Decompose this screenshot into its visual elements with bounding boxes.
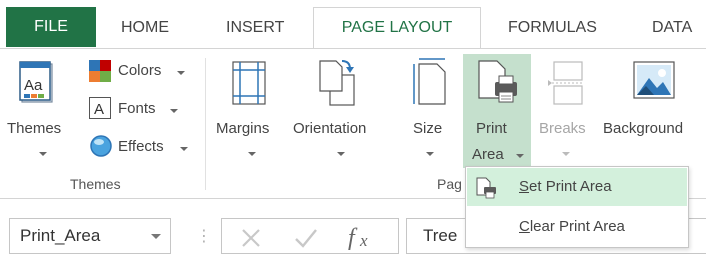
clear-print-area-rest: lear Print Area: [529, 218, 625, 235]
ribbon-tab-bar: FILE HOME INSERT PAGE LAYOUT FORMULAS DA…: [0, 0, 706, 49]
fonts-dropdown-caret[interactable]: [170, 109, 178, 113]
effects-label: Effects: [118, 138, 164, 155]
formula-input-value: Tree: [423, 226, 458, 245]
tab-file[interactable]: FILE: [6, 7, 96, 47]
margins-button[interactable]: Margins: [216, 120, 269, 137]
print-area-label-line1: Print: [476, 120, 507, 137]
fonts-label: Fonts: [118, 100, 156, 117]
svg-text:x: x: [359, 231, 368, 250]
breaks-button[interactable]: Breaks: [539, 120, 586, 137]
set-print-area-icon: [476, 177, 496, 199]
print-area-icon: [478, 60, 517, 103]
margins-icon: [232, 61, 266, 105]
breaks-icon: [548, 61, 584, 105]
set-print-area-label: Set Print Area: [519, 168, 612, 206]
menu-item-clear-print-area[interactable]: Clear Print Area: [467, 208, 687, 246]
function-icon[interactable]: f x: [346, 222, 382, 252]
size-dropdown-caret[interactable]: [426, 152, 434, 156]
orientation-dropdown-caret[interactable]: [337, 152, 345, 156]
colors-button[interactable]: Colors: [118, 62, 161, 79]
themes-group-label: Themes: [70, 176, 121, 192]
name-box[interactable]: Print_Area: [9, 218, 171, 254]
name-box-value: Print_Area: [20, 226, 101, 245]
cancel-icon[interactable]: [240, 227, 262, 249]
group-separator: [205, 58, 206, 190]
size-icon: [413, 58, 446, 105]
breaks-dropdown-caret[interactable]: [562, 152, 570, 156]
tab-formulas[interactable]: FORMULAS: [508, 8, 597, 48]
print-area-label-line2: Area: [472, 146, 504, 163]
name-box-dropdown-caret[interactable]: [151, 234, 161, 239]
themes-icon[interactable]: Aa: [18, 60, 60, 108]
svg-text:Aa: Aa: [24, 77, 43, 94]
clear-print-area-accel: C: [519, 218, 530, 235]
effects-dropdown-caret[interactable]: [180, 147, 188, 151]
colors-icon: [89, 60, 111, 82]
effects-button[interactable]: Effects: [118, 138, 164, 155]
print-area-menu: Set Print Area Clear Print Area: [465, 166, 689, 248]
colors-dropdown-caret[interactable]: [177, 71, 185, 75]
themes-dropdown-caret[interactable]: [39, 152, 47, 156]
orientation-icon: [319, 60, 355, 106]
tab-data[interactable]: DATA: [652, 8, 692, 48]
set-print-area-rest: et Print Area: [529, 178, 612, 195]
menu-item-set-print-area[interactable]: Set Print Area: [467, 168, 687, 206]
enter-icon[interactable]: [294, 227, 318, 249]
tab-home[interactable]: HOME: [121, 8, 169, 48]
themes-button-label[interactable]: Themes: [7, 120, 61, 137]
clear-print-area-label: Clear Print Area: [519, 208, 625, 246]
size-button[interactable]: Size: [413, 120, 442, 137]
print-area-label-text: Area: [472, 146, 504, 163]
svg-text:A: A: [94, 101, 104, 118]
fonts-button[interactable]: Fonts: [118, 100, 156, 117]
formula-bar-grip-icon[interactable]: ⋮: [196, 226, 212, 246]
background-button[interactable]: Background: [603, 120, 683, 137]
colors-label: Colors: [118, 62, 162, 79]
svg-text:f: f: [348, 225, 358, 251]
tab-page-layout[interactable]: PAGE LAYOUT: [313, 7, 481, 49]
background-icon: [633, 61, 675, 99]
fonts-icon: A: [89, 97, 111, 119]
tab-insert[interactable]: INSERT: [226, 8, 284, 48]
set-print-area-accel: S: [519, 178, 530, 195]
formula-buttons: f x: [221, 218, 399, 254]
print-area-dropdown-caret[interactable]: [516, 154, 524, 158]
orientation-button[interactable]: Orientation: [293, 120, 366, 137]
effects-icon: [90, 135, 112, 157]
page-setup-group-label: Pag: [437, 176, 462, 192]
margins-dropdown-caret[interactable]: [248, 152, 256, 156]
